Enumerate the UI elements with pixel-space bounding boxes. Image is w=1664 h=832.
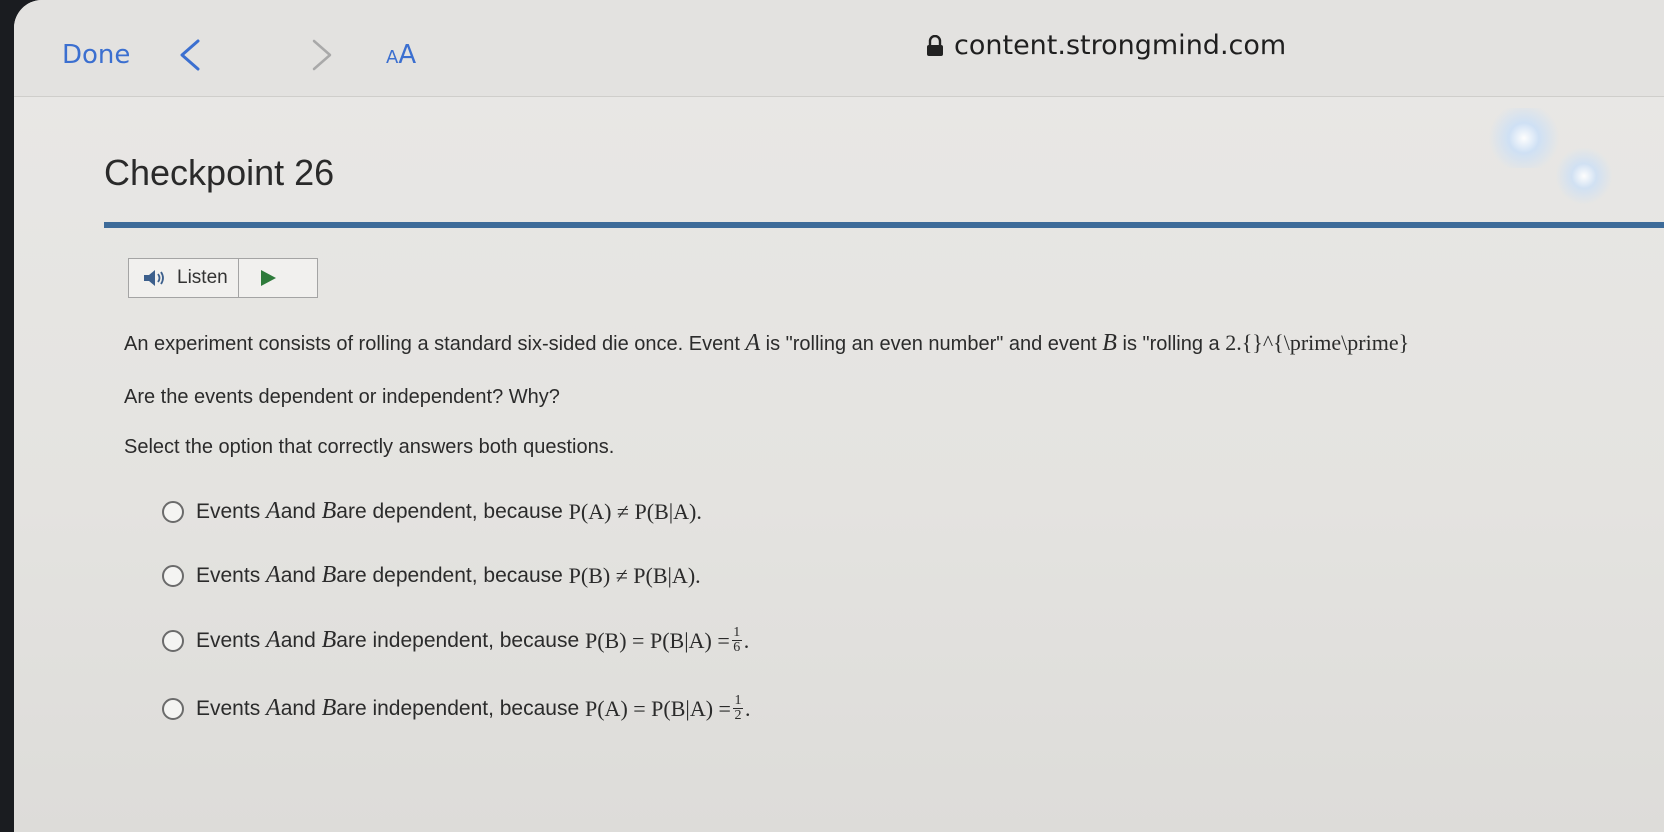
- fraction-numerator: 1: [733, 625, 741, 640]
- play-icon[interactable]: [259, 269, 277, 287]
- event-a-symbol: A: [266, 498, 281, 524]
- page-title: Checkpoint 26: [104, 152, 335, 193]
- option-text: Events: [196, 628, 261, 652]
- option-text: and: [280, 563, 316, 587]
- question-text-part: An experiment consists of rolling a stan…: [124, 333, 746, 355]
- option-text: and: [280, 696, 316, 720]
- event-b-symbol: B: [321, 498, 337, 524]
- listen-button[interactable]: Listen: [129, 259, 239, 297]
- fraction-numerator: 1: [734, 693, 742, 708]
- done-button[interactable]: Done: [62, 40, 130, 70]
- option-text: Events: [196, 563, 261, 587]
- answer-option[interactable]: Events A and B are dependent, because P(…: [162, 562, 701, 589]
- forward-chevron-icon[interactable]: [308, 38, 336, 72]
- instruction-text: Select the option that correctly answers…: [124, 436, 615, 458]
- text-size-button[interactable]: AA: [386, 40, 416, 70]
- title-divider: [104, 222, 1664, 228]
- option-formula: P(A) = P(B|A) =: [585, 695, 731, 721]
- fraction-denominator: 6: [733, 640, 741, 655]
- screen-glare: [1554, 148, 1614, 204]
- option-text: are independent, because: [336, 696, 580, 720]
- option-text: are dependent, because: [336, 499, 563, 523]
- lock-icon: [926, 34, 944, 57]
- event-a-symbol: A: [745, 330, 761, 356]
- option-period: .: [744, 695, 751, 721]
- event-a-symbol: A: [266, 562, 281, 588]
- question-prompt: An experiment consists of rolling a stan…: [124, 330, 1409, 357]
- url-text: content.strongmind.com: [954, 30, 1287, 61]
- answer-option[interactable]: Events A and B are independent, because …: [162, 694, 750, 723]
- event-a-symbol: A: [266, 695, 281, 721]
- option-period: .: [743, 627, 750, 653]
- text-size-big-glyph: A: [398, 40, 417, 70]
- event-b-symbol: B: [321, 562, 337, 588]
- fraction: 16: [731, 625, 742, 655]
- event-b-symbol: B: [321, 627, 337, 653]
- address-bar[interactable]: content.strongmind.com: [926, 30, 1286, 61]
- option-formula: P(B) ≠ P(B|A).: [568, 562, 701, 588]
- radio-button[interactable]: [162, 500, 184, 523]
- option-text: are independent, because: [336, 628, 580, 652]
- option-text: Events: [196, 499, 261, 523]
- browser-window: Done AA content.strongmind.com Checkpoin…: [14, 0, 1664, 832]
- back-chevron-icon[interactable]: [176, 38, 204, 72]
- question-text-part: is "rolling an even number" and event: [760, 333, 1103, 355]
- answer-option[interactable]: Events A and B are independent, because …: [162, 626, 749, 655]
- event-b-symbol: B: [321, 695, 337, 721]
- question-subprompt: Are the events dependent or independent?…: [124, 386, 560, 408]
- text-size-small-glyph: A: [386, 47, 399, 68]
- option-text: are dependent, because: [336, 563, 563, 587]
- browser-toolbar: Done AA content.strongmind.com: [14, 0, 1664, 97]
- event-b-symbol: B: [1102, 330, 1117, 356]
- option-formula: P(B) = P(B|A) =: [585, 627, 730, 653]
- listen-widget: Listen: [128, 258, 318, 298]
- event-a-symbol: A: [266, 627, 281, 653]
- fraction-denominator: 2: [734, 708, 742, 723]
- speaker-icon: [143, 268, 169, 288]
- unrendered-tex: 2.{}^{\prime\prime}: [1225, 330, 1410, 355]
- option-text: and: [280, 628, 316, 652]
- question-text-part: is "rolling a: [1116, 333, 1226, 355]
- screen-glare: [1484, 108, 1564, 168]
- option-formula: P(A) ≠ P(B|A).: [568, 498, 702, 524]
- listen-label: Listen: [177, 267, 228, 288]
- option-text: and: [280, 499, 316, 523]
- option-text: Events: [196, 696, 261, 720]
- radio-button[interactable]: [162, 564, 184, 587]
- answer-option[interactable]: Events A and B are dependent, because P(…: [162, 498, 702, 525]
- radio-button[interactable]: [162, 697, 184, 720]
- fraction: 12: [732, 693, 743, 723]
- radio-button[interactable]: [162, 629, 184, 652]
